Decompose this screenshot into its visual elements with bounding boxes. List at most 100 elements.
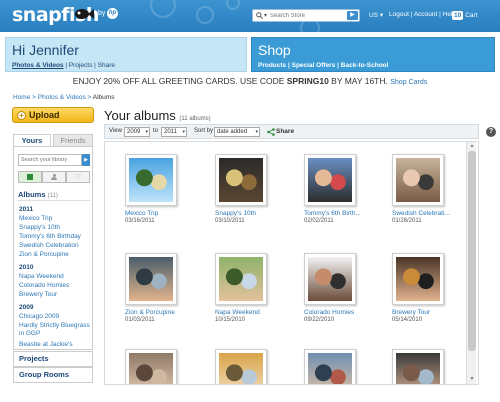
album-grid-scrollbar[interactable]: ▲ ▼ xyxy=(466,142,476,384)
filter-favorites[interactable]: ♡ xyxy=(66,171,90,183)
album-cover[interactable] xyxy=(125,154,177,206)
divider xyxy=(18,200,90,201)
album-cover[interactable] xyxy=(215,154,267,206)
album-cover[interactable] xyxy=(215,253,267,305)
locale-selector[interactable]: US ▾ xyxy=(369,11,383,19)
album-cover[interactable] xyxy=(304,253,356,305)
sidebar-group-rooms[interactable]: Group Rooms xyxy=(13,367,93,383)
shop-panel: Shop Products | Special Offers | Back-to… xyxy=(251,37,495,72)
album-cover[interactable] xyxy=(215,349,267,384)
sidebar-album-link[interactable]: Hardly Strictly Bluegrass in GGP xyxy=(19,322,91,338)
upload-button[interactable]: + Upload xyxy=(12,107,94,123)
scroll-thumb[interactable] xyxy=(468,151,476,351)
album-title[interactable]: Zion & Porcupine xyxy=(125,309,175,316)
album-cover-photo xyxy=(308,158,352,202)
promo-text-end: BY MAY 16TH. xyxy=(328,76,388,86)
album-title[interactable]: Colorado Homies xyxy=(304,309,354,316)
shop-cards-link[interactable]: Shop Cards xyxy=(390,79,427,86)
library-search-input[interactable] xyxy=(19,155,81,165)
album-title[interactable]: Napa Weekend xyxy=(215,309,260,316)
nav-products[interactable]: Products xyxy=(258,62,286,69)
nav-special-offers[interactable]: Special Offers xyxy=(292,62,336,69)
sidebar-album-link[interactable]: Snappy's 10th xyxy=(19,224,60,231)
chevron-down-icon: ▾ xyxy=(145,129,148,135)
album-date: 02/02/2011 xyxy=(304,218,334,224)
filter-albums[interactable] xyxy=(18,171,42,183)
album-cover-photo xyxy=(129,353,173,384)
year-heading: 2011 xyxy=(19,206,34,213)
library-search-button[interactable]: ▶ xyxy=(82,154,90,166)
person-icon xyxy=(51,173,57,181)
filter-people[interactable] xyxy=(42,171,66,183)
decorative-bubble xyxy=(196,6,214,24)
album-cover[interactable] xyxy=(392,154,444,206)
to-year-select[interactable]: 2011 ▾ xyxy=(161,127,187,137)
sidebar-album-link[interactable]: Brewery Tour xyxy=(19,291,57,298)
album-date: 05/14/2010 xyxy=(392,317,423,323)
nav-projects[interactable]: Projects xyxy=(69,62,92,69)
help-icon[interactable]: ? xyxy=(486,127,496,137)
scroll-up-icon[interactable]: ▲ xyxy=(468,143,476,150)
cart-button[interactable]: 10 Cart xyxy=(452,8,478,22)
albums-heading-label: Albums xyxy=(18,190,46,199)
sidebar-album-link[interactable]: Swedish Celebration xyxy=(19,242,79,249)
album-cover[interactable] xyxy=(392,349,444,384)
album-cover-photo xyxy=(396,158,440,202)
album-title[interactable]: Brewery Tour xyxy=(392,309,430,316)
share-icon[interactable] xyxy=(267,128,275,136)
upload-icon: + xyxy=(17,111,26,120)
search-icon[interactable] xyxy=(256,12,263,19)
breadcrumb-photos-videos[interactable]: Photos & Videos xyxy=(38,94,86,101)
scroll-down-icon[interactable]: ▼ xyxy=(468,376,476,383)
search-scope-caret[interactable]: ▾ xyxy=(264,12,267,19)
sidebar-album-link[interactable]: Chicago 2009 xyxy=(19,313,59,320)
album-date: 03/10/2011 xyxy=(215,218,245,224)
shop-title[interactable]: Shop xyxy=(258,42,291,58)
sidebar-album-link[interactable]: Tommy's 6th Birthday xyxy=(19,233,81,240)
album-title[interactable]: Snappy's 10th xyxy=(215,210,256,217)
album-date: 09/22/2010 xyxy=(304,317,335,323)
album-date: 10/15/2010 xyxy=(215,317,246,323)
decorative-bubble xyxy=(226,0,240,10)
album-cover-photo xyxy=(396,257,440,301)
from-year-select[interactable]: 2009 ▾ xyxy=(124,127,150,137)
search-go-button[interactable]: ▶ xyxy=(347,11,358,20)
decorative-bubble xyxy=(150,0,176,18)
album-cover[interactable] xyxy=(125,349,177,384)
heart-icon: ♡ xyxy=(74,173,82,181)
logout-link[interactable]: Logout xyxy=(389,11,409,18)
album-title[interactable]: Swedish Celebrati... xyxy=(392,210,450,217)
sidebar-album-link[interactable]: Mexico Trip xyxy=(19,215,52,222)
album-cover[interactable] xyxy=(392,253,444,305)
greeting-nav: Photos & Videos | Projects | Share xyxy=(12,62,115,69)
share-button[interactable]: Share xyxy=(276,128,294,135)
nav-back-to-school[interactable]: Back-to-School xyxy=(341,62,389,69)
search-input[interactable] xyxy=(270,11,342,20)
album-cover-photo xyxy=(219,257,263,301)
breadcrumb-home[interactable]: Home xyxy=(13,94,30,101)
promo-text: ENJOY 20% OFF ALL GREETING CARDS. USE CO… xyxy=(72,76,287,86)
album-cover-photo xyxy=(396,353,440,384)
nav-share[interactable]: Share xyxy=(98,62,115,69)
account-link[interactable]: Account xyxy=(414,11,438,18)
sort-label: Sort by xyxy=(194,128,214,134)
album-cover[interactable] xyxy=(304,349,356,384)
albums-heading[interactable]: Albums (11) xyxy=(18,190,58,199)
sort-select[interactable]: date added ▾ xyxy=(214,127,260,137)
cart-count-badge: 10 xyxy=(452,10,464,20)
sidebar-album-link[interactable]: Beastie at Jackie's xyxy=(19,341,73,348)
top-bar: snapfish by hp ▾ ▶ US ▾ Logout | Account… xyxy=(0,0,500,38)
sidebar-album-link[interactable]: Colorado Homies xyxy=(19,282,69,289)
album-title[interactable]: Mexico Trip xyxy=(125,210,158,217)
year-heading: 2009 xyxy=(19,304,34,311)
album-cover[interactable] xyxy=(304,154,356,206)
album-title[interactable]: Tommy's 6th Birth... xyxy=(304,210,361,217)
sidebar-album-link[interactable]: Zion & Porcupine xyxy=(19,251,69,258)
sidebar-album-link[interactable]: Napa Weekend xyxy=(19,273,64,280)
albums-heading-count: (11) xyxy=(47,193,58,199)
nav-photos-videos[interactable]: Photos & Videos xyxy=(12,62,64,69)
library-sidebar: ▶ ♡ Albums (11) 2011 Mexico Trip Snappy'… xyxy=(13,146,93,350)
sidebar-projects[interactable]: Projects xyxy=(13,351,93,367)
album-cover[interactable] xyxy=(125,253,177,305)
view-label: View xyxy=(109,128,122,134)
